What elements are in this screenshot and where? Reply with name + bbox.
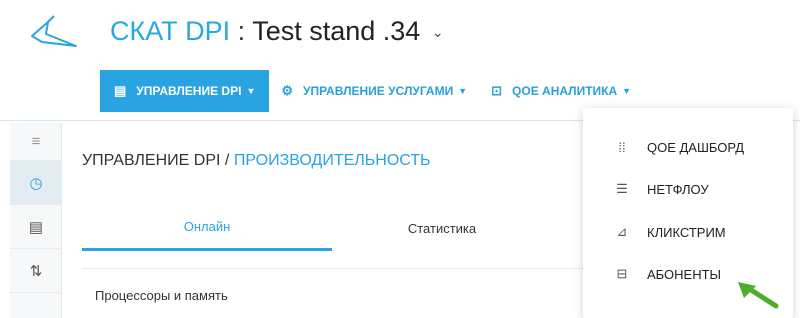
- nav-qoe-analytics[interactable]: ⊡ QOE АНАЛИТИКА ▼: [479, 70, 643, 112]
- caret-down-icon: ▼: [622, 86, 632, 96]
- dashboard-gauge-icon[interactable]: ◷: [10, 161, 62, 205]
- menu-item-netflow[interactable]: ☰ НЕТФЛОУ: [583, 169, 793, 209]
- breadcrumb: УПРАВЛЕНИЕ DPI / ПРОИЗВОДИТЕЛЬНОСТЬ: [82, 152, 431, 170]
- top-navigation: ▤ УПРАВЛЕНИЕ DPI ▼ ⚙ УПРАВЛЕНИЕ УСЛУГАМИ…: [100, 70, 643, 112]
- brand-name: СКАТ DPI: [110, 16, 231, 46]
- sort-icon[interactable]: ⇅: [10, 249, 62, 293]
- hamburger-icon[interactable]: ≡: [10, 123, 62, 161]
- breadcrumb-current: ПРОИЗВОДИТЕЛЬНОСТЬ: [233, 152, 431, 169]
- nav-qoe-analytics-label: QOE АНАЛИТИКА: [512, 84, 618, 98]
- tab-statistics[interactable]: Статистика: [362, 205, 522, 251]
- chevron-down-icon[interactable]: ⌄: [432, 24, 444, 40]
- nav-services-management-label: УПРАВЛЕНИЕ УСЛУГАМИ: [303, 84, 454, 98]
- chart-box-icon: ⊡: [491, 83, 503, 98]
- grid-icon: ▤: [114, 83, 127, 98]
- menu-item-label: НЕТФЛОУ: [647, 181, 709, 197]
- nav-dpi-management-label: УПРАВЛЕНИЕ DPI: [136, 84, 242, 98]
- breadcrumb-root[interactable]: УПРАВЛЕНИЕ DPI: [82, 152, 220, 169]
- table-icon[interactable]: ▤: [10, 205, 62, 249]
- nav-dpi-management[interactable]: ▤ УПРАВЛЕНИЕ DPI ▼: [100, 70, 270, 112]
- subscriber-list-icon: ⊟: [616, 266, 628, 281]
- sidebar: ≡ ◷ ▤ ⇅: [10, 123, 62, 318]
- brand-separator: :: [237, 16, 246, 46]
- caret-down-icon: ▼: [458, 86, 468, 96]
- tab-online[interactable]: Онлайн: [82, 205, 332, 251]
- tab-bar: Онлайн Статистика: [82, 205, 642, 251]
- menu-item-label: АБОНЕНТЫ: [647, 266, 722, 282]
- list-icon: ☰: [616, 181, 628, 196]
- caret-down-icon: ▼: [246, 86, 256, 96]
- stand-selector[interactable]: Test stand .34: [252, 16, 420, 46]
- logo-icon: [31, 15, 77, 47]
- breadcrumb-slash: /: [224, 152, 230, 169]
- menu-item-clickstream[interactable]: ⊿ КЛИКСТРИМ: [583, 212, 793, 252]
- pointer-arrow-icon: [738, 282, 779, 309]
- clickstream-chart-icon: ⊿: [616, 224, 628, 239]
- gears-icon: ⚙: [281, 83, 294, 98]
- tabs-divider: [82, 268, 602, 269]
- section-title: Процессоры и память: [95, 288, 228, 303]
- menu-item-label: QOE ДАШБОРД: [647, 139, 744, 155]
- menu-item-label: КЛИКСТРИМ: [647, 224, 726, 240]
- page-header-title: СКАТ DPI : Test stand .34 ⌄: [110, 16, 444, 47]
- nav-services-management[interactable]: ⚙ УПРАВЛЕНИЕ УСЛУГАМИ ▼: [269, 70, 479, 112]
- menu-item-qoe-dashboard[interactable]: ⁞⁞ QOE ДАШБОРД: [583, 127, 793, 167]
- dotted-grid-icon: ⁞⁞: [618, 139, 626, 155]
